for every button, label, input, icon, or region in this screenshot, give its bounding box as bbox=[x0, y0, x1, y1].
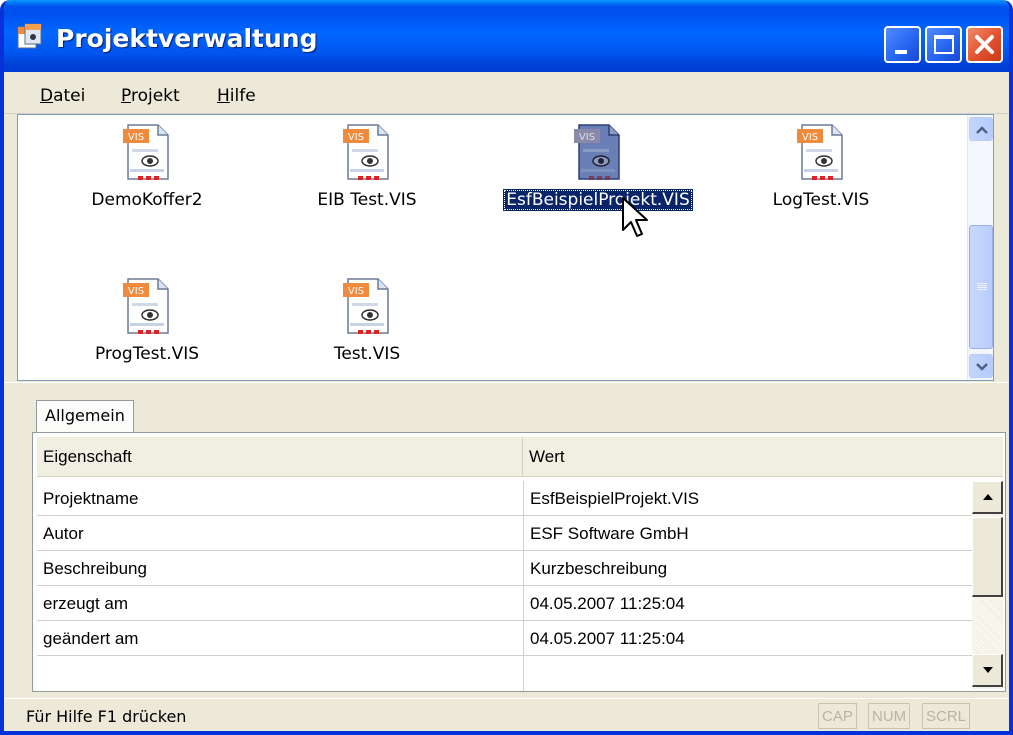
arrow-down-icon bbox=[983, 667, 993, 673]
table-row[interactable]: Autor ESF Software GmbH bbox=[37, 516, 972, 551]
menu-label: atei bbox=[53, 86, 86, 106]
property-name bbox=[37, 656, 523, 691]
app-window: Projektverwaltung Datei Projekt Hilfe VI… bbox=[0, 0, 1013, 735]
vis-file-icon: VIS bbox=[574, 124, 620, 180]
menu-accel: P bbox=[121, 86, 131, 106]
close-button[interactable] bbox=[966, 26, 1003, 63]
file-label: DemoKoffer2 bbox=[91, 190, 203, 210]
menu-label: rojekt bbox=[130, 86, 180, 106]
table-row[interactable]: Projektname EsfBeispielProjekt.VIS bbox=[37, 481, 972, 516]
vis-badge: VIS bbox=[802, 132, 818, 143]
property-grid: Eigenschaft Wert Projektname EsfBeispiel… bbox=[37, 437, 1003, 691]
vis-file-icon: VIS bbox=[343, 278, 389, 334]
property-value: 04.05.2007 11:25:04 bbox=[523, 586, 972, 621]
title-bar[interactable]: Projektverwaltung bbox=[4, 0, 1009, 72]
scroll-up-button[interactable] bbox=[969, 117, 993, 141]
vis-badge: VIS bbox=[128, 286, 144, 297]
file-label: LogTest.VIS bbox=[772, 190, 870, 210]
scroll-thumb[interactable] bbox=[969, 225, 993, 349]
property-name: Autor bbox=[43, 524, 84, 543]
project-file-test[interactable]: VIS Test.VIS bbox=[257, 275, 477, 365]
status-text: Für Hilfe F1 drücken bbox=[26, 707, 187, 726]
status-bar: Für Hilfe F1 drücken CAP NUM SCRL bbox=[4, 698, 1009, 731]
file-label: Test.VIS bbox=[333, 344, 401, 364]
grid-header: Eigenschaft Wert bbox=[37, 437, 1003, 477]
window-title: Projektverwaltung bbox=[56, 24, 318, 53]
minimize-button[interactable] bbox=[884, 26, 921, 63]
project-file-eib-test[interactable]: VIS EIB Test.VIS bbox=[257, 121, 477, 211]
maximize-icon bbox=[934, 35, 954, 54]
menu-bar: Datei Projekt Hilfe bbox=[4, 72, 1009, 114]
indicator-cap: CAP bbox=[818, 703, 857, 729]
project-file-progtest[interactable]: VIS ProgTest.VIS bbox=[37, 275, 257, 365]
grid-scroll-thumb[interactable] bbox=[972, 517, 1003, 597]
file-label: ProgTest.VIS bbox=[94, 344, 200, 364]
pane-splitter[interactable] bbox=[4, 382, 1009, 394]
table-row[interactable]: Beschreibung Kurzbeschreibung bbox=[37, 551, 972, 586]
indicator-num: NUM bbox=[868, 703, 911, 729]
list-scrollbar[interactable] bbox=[967, 115, 993, 380]
chevron-up-icon bbox=[976, 126, 988, 134]
close-icon bbox=[975, 35, 994, 54]
property-value: EsfBeispielProjekt.VIS bbox=[523, 481, 972, 516]
property-name: Beschreibung bbox=[43, 559, 147, 578]
grip-icon bbox=[977, 283, 987, 284]
minimize-icon bbox=[895, 50, 907, 54]
vis-app-icon[interactable] bbox=[16, 22, 44, 50]
project-file-logtest[interactable]: VIS LogTest.VIS bbox=[711, 121, 931, 211]
menu-projekt[interactable]: Projekt bbox=[121, 86, 180, 106]
property-name: Projektname bbox=[43, 489, 139, 508]
tab-panel: Eigenschaft Wert Projektname EsfBeispiel… bbox=[32, 432, 1006, 692]
property-name: geändert am bbox=[43, 629, 139, 648]
menu-accel: H bbox=[217, 86, 230, 106]
grid-scrollbar[interactable] bbox=[972, 481, 1003, 689]
menu-label: ilfe bbox=[229, 86, 256, 106]
vis-badge: VIS bbox=[579, 132, 595, 143]
vis-badge: VIS bbox=[348, 132, 364, 143]
table-row[interactable]: geändert am 04.05.2007 11:25:04 bbox=[37, 621, 972, 656]
property-name: erzeugt am bbox=[43, 594, 129, 613]
vis-file-icon: VIS bbox=[797, 124, 843, 180]
column-header-eigenschaft[interactable]: Eigenschaft bbox=[37, 437, 523, 477]
vis-file-icon: VIS bbox=[123, 124, 169, 180]
properties-pane: Allgemein Eigenschaft Wert Projektname E… bbox=[16, 394, 1009, 694]
vis-badge: VIS bbox=[128, 132, 144, 143]
project-file-demokoffer2[interactable]: VIS DemoKoffer2 bbox=[37, 121, 257, 211]
menu-datei[interactable]: Datei bbox=[40, 86, 85, 106]
menu-hilfe[interactable]: Hilfe bbox=[217, 86, 256, 106]
property-value: ESF Software GmbH bbox=[523, 516, 972, 551]
table-row[interactable]: erzeugt am 04.05.2007 11:25:04 bbox=[37, 586, 972, 621]
chevron-down-icon bbox=[976, 363, 988, 371]
menu-accel: D bbox=[40, 86, 54, 106]
maximize-button[interactable] bbox=[925, 26, 962, 63]
project-list-view[interactable]: VIS DemoKoffer2 VIS EIB Test.VIS VIS Esf… bbox=[17, 114, 994, 381]
column-header-wert[interactable]: Wert bbox=[523, 437, 1003, 477]
grid-scroll-up-button[interactable] bbox=[972, 481, 1003, 514]
tab-allgemein[interactable]: Allgemein bbox=[36, 400, 134, 432]
scroll-down-button[interactable] bbox=[969, 354, 993, 378]
vis-file-icon: VIS bbox=[343, 124, 389, 180]
vis-badge: VIS bbox=[348, 286, 364, 297]
file-label: EIB Test.VIS bbox=[317, 190, 417, 210]
property-value bbox=[523, 656, 972, 691]
property-value: Kurzbeschreibung bbox=[523, 551, 972, 586]
file-label: EsfBeispielProjekt.VIS bbox=[503, 189, 693, 211]
grid-scroll-down-button[interactable] bbox=[972, 654, 1003, 687]
arrow-up-icon bbox=[983, 494, 993, 500]
table-row[interactable] bbox=[37, 656, 972, 691]
property-value: 04.05.2007 11:25:04 bbox=[523, 621, 972, 656]
vis-file-icon: VIS bbox=[123, 278, 169, 334]
indicator-scrl: SCRL bbox=[922, 703, 971, 729]
project-file-esfbeispielprojekt[interactable]: VIS EsfBeispielProjekt.VIS bbox=[488, 121, 708, 211]
